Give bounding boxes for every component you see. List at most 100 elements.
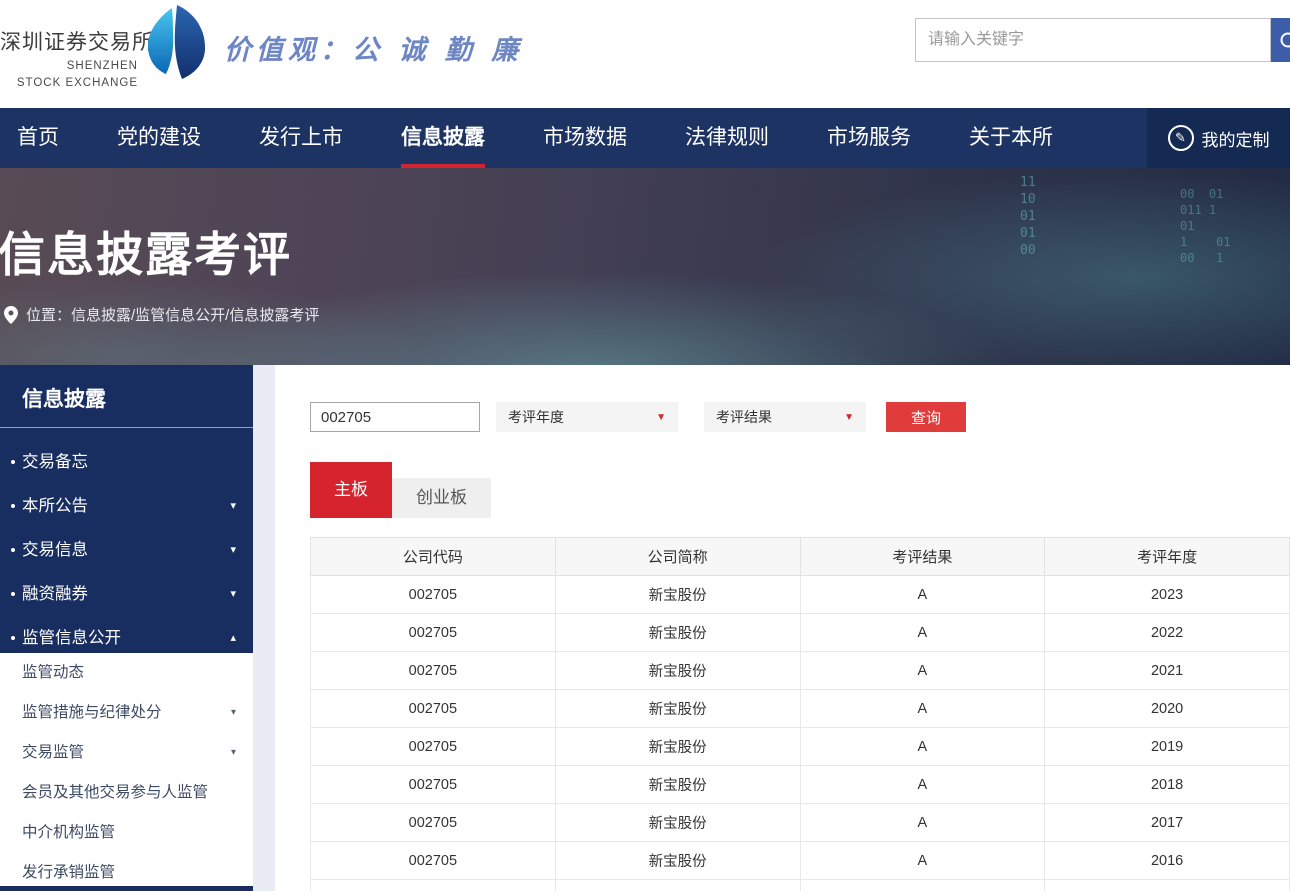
nav-item-market-data[interactable]: 市场数据 [543, 108, 627, 168]
sidebar-item-label: 交易信息 [22, 541, 88, 559]
cell-year: 2023 [1045, 576, 1290, 614]
my-customization-label: 我的定制 [1202, 126, 1270, 151]
subitem-intermediary-supervision[interactable]: 中介机构监管 [0, 813, 253, 853]
cell-code: 002705 [311, 614, 556, 652]
evaluation-result-label: 考评结果 [716, 407, 772, 427]
cell-result: A [800, 766, 1045, 804]
table-row: 002705 新宝股份 A 2021 [311, 652, 1290, 690]
cell-year: 2022 [1045, 614, 1290, 652]
cell-result: A [800, 576, 1045, 614]
logo-cn: 深圳证券交易所 [0, 26, 138, 56]
sidebar-item-trading-info[interactable]: 交易信息 ▾ [0, 528, 253, 572]
query-button[interactable]: 查询 [886, 402, 966, 432]
cell-code: 002705 [311, 690, 556, 728]
hero-banner: 信息披露考评 位置：信息披露/监管信息公开/信息披露考评 [0, 168, 1290, 365]
search-icon [1279, 31, 1290, 53]
my-customization-button[interactable]: ✎ 我的定制 [1147, 108, 1290, 168]
subitem-label: 监管措施与纪律处分 [22, 704, 162, 721]
cell-code: 002705 [311, 728, 556, 766]
logo-text[interactable]: 深圳证券交易所 SHENZHEN STOCK EXCHANGE [0, 26, 138, 90]
main-nav: 首页 党的建设 发行上市 信息披露 市场数据 法律规则 市场服务 关于本所 ✎ … [0, 108, 1290, 168]
table-row: 002705 新宝股份 A 2018 [311, 766, 1290, 804]
nav-item-rules[interactable]: 法律规则 [685, 108, 769, 168]
pencil-circle-icon: ✎ [1168, 125, 1194, 151]
location-pin-icon [4, 306, 18, 324]
col-eval-result: 考评结果 [800, 538, 1045, 576]
nav-item-disclosure[interactable]: 信息披露 [401, 108, 485, 168]
chevron-down-icon: ▾ [230, 572, 236, 616]
table-row: 002705 新宝股份 A 2022 [311, 614, 1290, 652]
content-gutter [253, 365, 275, 891]
sidebar-sublist: 监管动态 监管措施与纪律处分 ▾ 交易监管 ▾ 会员及其他交易参与人监管 中介机… [0, 653, 253, 891]
nav-item-party-building[interactable]: 党的建设 [117, 108, 201, 168]
szse-logo-icon[interactable] [144, 4, 206, 80]
chevron-down-icon: ▾ [231, 693, 236, 733]
breadcrumb: 位置：信息披露/监管信息公开/信息披露考评 [4, 304, 319, 325]
cell-result: A [800, 842, 1045, 880]
cell-name: 新宝股份 [555, 652, 800, 690]
cell-year: 2020 [1045, 690, 1290, 728]
sidebar-item-label: 融资融券 [22, 585, 88, 603]
cell-name: 新宝股份 [555, 766, 800, 804]
cell-name [555, 880, 800, 891]
nav-item-services[interactable]: 市场服务 [827, 108, 911, 168]
cell-name: 新宝股份 [555, 576, 800, 614]
cell-result [800, 880, 1045, 891]
page-title: 信息披露考评 [0, 216, 292, 285]
col-company-code: 公司代码 [311, 538, 556, 576]
sidebar-item-margin-trading[interactable]: 融资融券 ▾ [0, 572, 253, 616]
subitem-regulatory-measures[interactable]: 监管措施与纪律处分 ▾ [0, 693, 253, 733]
sidebar-item-label: 交易备忘 [22, 453, 88, 471]
dropdown-arrow-icon: ▼ [844, 412, 854, 423]
sidebar-item-trading-memo[interactable]: 交易备忘 [0, 440, 253, 484]
sidebar-item-label: 监管信息公开 [22, 629, 121, 647]
cell-year: 2019 [1045, 728, 1290, 766]
sidebar-item-label: 本所公告 [22, 497, 88, 515]
site-search-button[interactable] [1271, 18, 1290, 62]
sidebar-item-exchange-announcements[interactable]: 本所公告 ▾ [0, 484, 253, 528]
sidebar-title: 信息披露 [0, 365, 253, 428]
main-nav-list: 首页 党的建设 发行上市 信息披露 市场数据 法律规则 市场服务 关于本所 [0, 108, 1290, 168]
top-header: 深圳证券交易所 SHENZHEN STOCK EXCHANGE 价值观：公 诚 … [0, 0, 1290, 108]
cell-code: 002705 [311, 652, 556, 690]
sidebar: 信息披露 交易备忘 本所公告 ▾ 交易信息 ▾ 融资融券 ▾ 监管信息公开 ▴ [0, 365, 253, 653]
cell-result: A [800, 690, 1045, 728]
site-search-input[interactable] [916, 19, 1270, 61]
site-search-box [915, 18, 1271, 62]
page: 深圳证券交易所 SHENZHEN STOCK EXCHANGE 价值观：公 诚 … [0, 0, 1290, 891]
tab-chinext[interactable]: 创业板 [392, 478, 491, 518]
evaluation-year-label: 考评年度 [508, 407, 564, 427]
cell-year: 2017 [1045, 804, 1290, 842]
cell-name: 新宝股份 [555, 690, 800, 728]
cell-code: 002705 [311, 804, 556, 842]
table-row: 002705 新宝股份 A 2019 [311, 728, 1290, 766]
subitem-member-supervision[interactable]: 会员及其他交易参与人监管 [0, 773, 253, 813]
sidebar-submenu: 监管动态 监管措施与纪律处分 ▾ 交易监管 ▾ 会员及其他交易参与人监管 中介机… [0, 653, 253, 891]
table-row: 002705 新宝股份 A 2020 [311, 690, 1290, 728]
cell-code [311, 880, 556, 891]
nav-item-home[interactable]: 首页 [17, 108, 59, 168]
slogan: 价值观：公 诚 勤 廉 [224, 28, 523, 67]
table-row-partial [311, 880, 1290, 891]
table-header-row: 公司代码 公司简称 考评结果 考评年度 [311, 538, 1290, 576]
tab-main-board[interactable]: 主板 [310, 462, 392, 518]
cell-result: A [800, 728, 1045, 766]
subitem-regulatory-news[interactable]: 监管动态 [0, 653, 253, 693]
cell-name: 新宝股份 [555, 842, 800, 880]
nav-item-about[interactable]: 关于本所 [969, 108, 1053, 168]
subitem-label: 交易监管 [22, 744, 84, 761]
chevron-down-icon: ▾ [230, 484, 236, 528]
evaluation-result-select[interactable]: 考评结果 ▼ [704, 402, 866, 432]
cell-year [1045, 880, 1290, 891]
cell-result: A [800, 804, 1045, 842]
chevron-down-icon: ▾ [230, 528, 236, 572]
company-code-input[interactable] [310, 402, 480, 432]
main-content: 考评年度 ▼ 考评结果 ▼ 查询 主板 创业板 公司代码 公司简称 考评结果 考… [275, 365, 1290, 891]
evaluation-year-select[interactable]: 考评年度 ▼ [496, 402, 678, 432]
table-row: 002705 新宝股份 A 2023 [311, 576, 1290, 614]
nav-item-listing[interactable]: 发行上市 [259, 108, 343, 168]
col-eval-year: 考评年度 [1045, 538, 1290, 576]
logo-en-line2: STOCK EXCHANGE [0, 76, 138, 90]
sidebar-next-section-strip [0, 886, 253, 891]
subitem-trading-supervision[interactable]: 交易监管 ▾ [0, 733, 253, 773]
